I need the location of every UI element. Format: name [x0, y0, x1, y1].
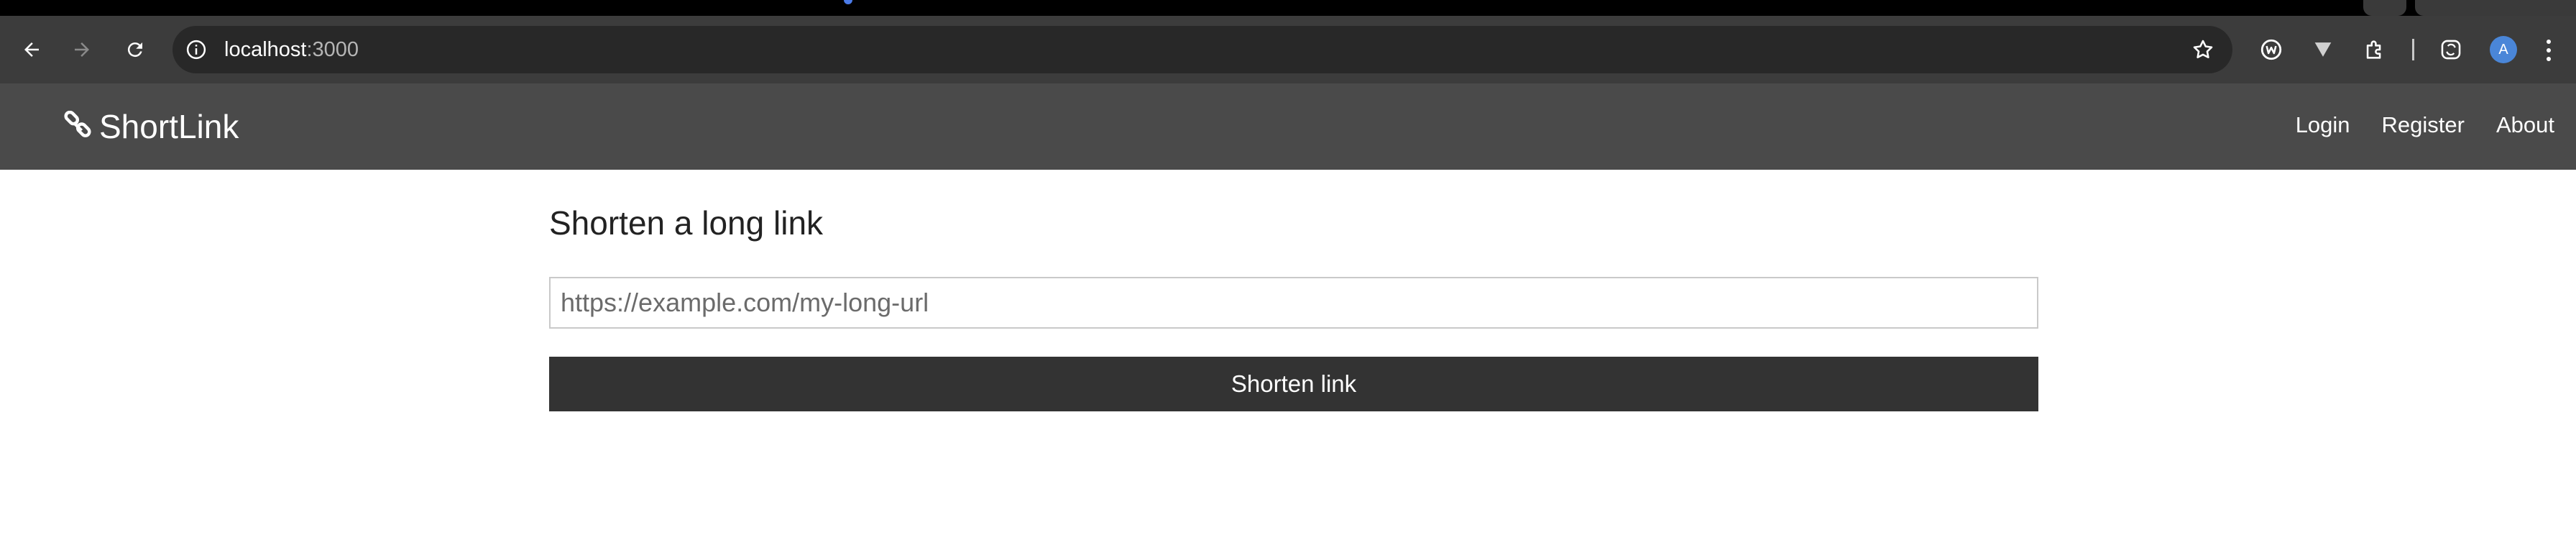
toolbar-separator	[2412, 39, 2414, 60]
back-icon	[24, 42, 39, 57]
reload-button[interactable]	[118, 32, 152, 67]
nav-register[interactable]: Register	[2382, 111, 2465, 140]
nav-login[interactable]: Login	[2296, 111, 2350, 140]
back-button[interactable]	[14, 32, 49, 67]
link-icon	[64, 111, 91, 137]
address-url[interactable]: localhost:3000	[224, 37, 359, 62]
tab-indicator	[844, 0, 852, 4]
site-navbar: ShortLink Login Register About	[0, 83, 2576, 170]
extension-v-icon	[2314, 42, 2332, 57]
browser-tabstrip	[0, 0, 2576, 16]
extension-v-button[interactable]	[2309, 35, 2337, 64]
extension-sync-button[interactable]	[2437, 35, 2465, 64]
profile-avatar[interactable]: A	[2490, 36, 2517, 63]
nav-links: Login Register About	[2264, 111, 2554, 140]
forward-icon	[75, 42, 89, 57]
long-url-input[interactable]	[549, 277, 2038, 329]
site-info-icon[interactable]	[185, 39, 207, 60]
extension-w-icon	[2260, 39, 2282, 60]
nav-about[interactable]: About	[2496, 111, 2554, 140]
bookmark-star-icon[interactable]	[2191, 37, 2215, 62]
brand-link[interactable]: ShortLink	[62, 105, 239, 148]
reload-icon	[127, 42, 142, 58]
shorten-link-button[interactable]: Shorten link	[549, 357, 2038, 411]
brand-name: ShortLink	[99, 108, 239, 145]
url-port: :3000	[306, 38, 359, 61]
more-menu-icon[interactable]	[2542, 37, 2556, 63]
extension-sync-icon	[2441, 40, 2461, 60]
browser-toolbar: localhost:3000 A	[0, 16, 2576, 83]
browser-tab[interactable]	[2415, 0, 2576, 16]
extensions-button[interactable]	[2360, 35, 2389, 64]
url-host: localhost	[224, 38, 307, 61]
address-bar[interactable]: localhost:3000	[172, 26, 2232, 73]
extensions-puzzle-icon	[2366, 40, 2381, 59]
forward-button[interactable]	[65, 32, 99, 67]
browser-tab[interactable]	[2363, 0, 2406, 16]
page-title: Shorten a long link	[549, 204, 824, 242]
extension-w-button[interactable]	[2257, 35, 2286, 64]
